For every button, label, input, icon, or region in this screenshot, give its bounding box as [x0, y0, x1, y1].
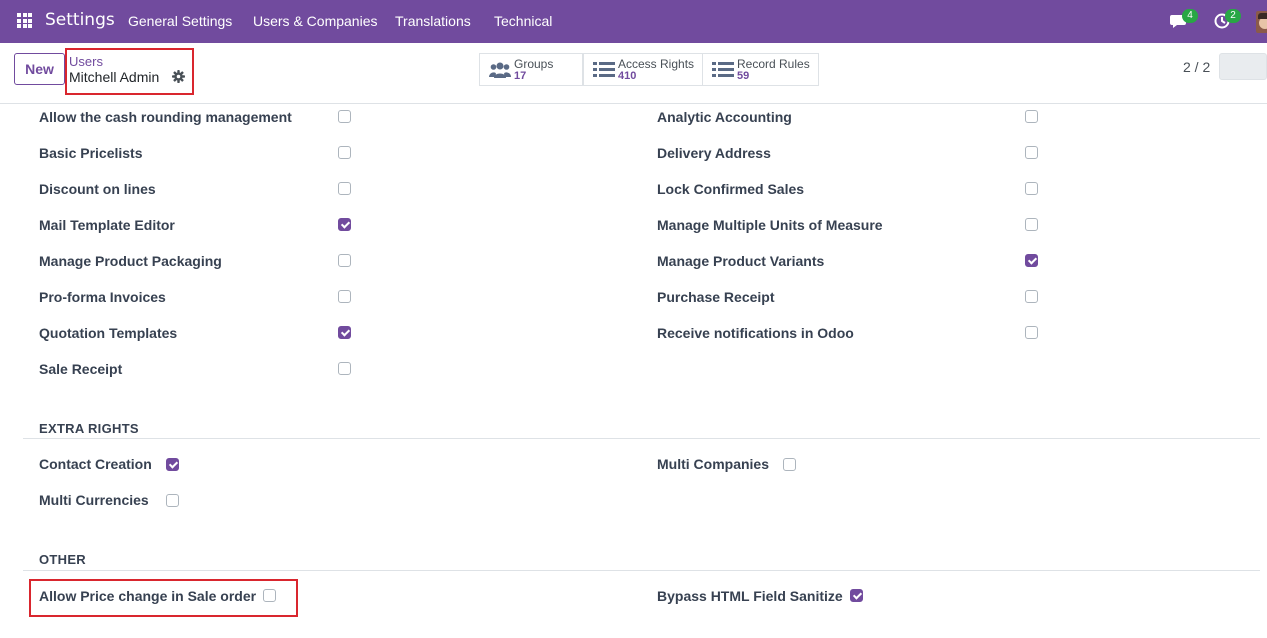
right-checkbox[interactable] — [166, 494, 179, 507]
right-label: Bypass HTML Field Sanitize — [657, 588, 843, 604]
users-icon — [489, 62, 511, 78]
right-checkbox[interactable] — [338, 326, 351, 339]
right-checkbox[interactable] — [338, 182, 351, 195]
menu-technical[interactable]: Technical — [494, 13, 552, 29]
right-checkbox[interactable] — [1025, 146, 1038, 159]
right-checkbox[interactable] — [1025, 218, 1038, 231]
gear-icon[interactable] — [172, 70, 185, 83]
right-label: Manage Multiple Units of Measure — [657, 217, 883, 233]
right-checkbox[interactable] — [1025, 182, 1038, 195]
right-label: Lock Confirmed Sales — [657, 181, 805, 197]
app-brand[interactable]: Settings — [45, 10, 115, 30]
right-checkbox[interactable] — [1025, 290, 1038, 303]
right-label: Manage Product Variants — [657, 253, 825, 269]
record-rules-smart-button[interactable]: Record Rules 59 — [702, 53, 819, 86]
right-label: Discount on lines — [39, 181, 156, 197]
right-checkbox[interactable] — [338, 218, 351, 231]
menu-users-companies[interactable]: Users & Companies — [253, 13, 378, 29]
right-label: Manage Product Packaging — [39, 253, 222, 269]
right-label: Allow the cash rounding management — [39, 109, 292, 125]
right-checkbox[interactable] — [338, 362, 351, 375]
right-label: Mail Template Editor — [39, 217, 175, 233]
breadcrumb-users-link[interactable]: Users — [69, 54, 103, 69]
new-button[interactable]: New — [14, 53, 65, 85]
right-label: Sale Receipt — [39, 361, 123, 377]
user-avatar[interactable] — [1256, 11, 1267, 33]
access-rights-smart-button[interactable]: Access Rights 410 — [583, 53, 703, 86]
pager-prev-next-buttons[interactable] — [1219, 53, 1267, 80]
section-title-other: OTHER — [39, 552, 86, 567]
right-checkbox[interactable] — [1025, 110, 1038, 123]
right-label: Contact Creation — [39, 456, 152, 472]
menu-translations[interactable]: Translations — [395, 13, 471, 29]
section-title-extra-rights: EXTRA RIGHTS — [39, 421, 139, 436]
right-label: Analytic Accounting — [657, 109, 792, 125]
groups-label: Groups — [514, 57, 554, 71]
record-rules-count: 59 — [737, 70, 750, 82]
pager-value[interactable]: 2 / 2 — [1183, 59, 1210, 75]
right-label: Receive notifications in Odoo — [657, 325, 854, 341]
right-checkbox[interactable] — [1025, 254, 1038, 267]
right-label: Delivery Address — [657, 145, 771, 161]
top-navbar: Settings General Settings Users & Compan… — [0, 0, 1267, 43]
right-label: Pro-forma Invoices — [39, 289, 166, 305]
right-label: Allow Price change in Sale order — [39, 588, 257, 604]
access-rights-label: Access Rights — [618, 57, 695, 71]
groups-smart-button[interactable]: Groups 17 — [479, 53, 583, 86]
messages-badge: 4 — [1182, 9, 1198, 23]
right-label: Multi Companies — [657, 456, 770, 472]
section-divider — [23, 570, 1260, 571]
list-icon — [593, 62, 615, 77]
right-checkbox[interactable] — [338, 290, 351, 303]
right-checkbox[interactable] — [338, 110, 351, 123]
right-label: Basic Pricelists — [39, 145, 143, 161]
right-checkbox[interactable] — [1025, 326, 1038, 339]
right-label: Purchase Receipt — [657, 289, 775, 305]
access-rights-count: 410 — [618, 70, 637, 82]
record-rules-label: Record Rules — [737, 57, 810, 71]
right-checkbox[interactable] — [338, 146, 351, 159]
section-divider — [23, 438, 1260, 439]
right-checkbox[interactable] — [850, 589, 863, 602]
groups-count: 17 — [514, 70, 527, 82]
right-checkbox[interactable] — [338, 254, 351, 267]
right-label: Multi Currencies — [39, 492, 149, 508]
list-icon — [712, 62, 734, 77]
right-checkbox[interactable] — [166, 458, 179, 471]
right-checkbox[interactable] — [783, 458, 796, 471]
menu-general-settings[interactable]: General Settings — [128, 13, 232, 29]
activities-badge: 2 — [1225, 9, 1241, 23]
right-label: Quotation Templates — [39, 325, 178, 341]
right-checkbox[interactable] — [263, 589, 276, 602]
breadcrumb-current: Mitchell Admin — [69, 69, 160, 85]
apps-menu-icon[interactable] — [17, 13, 32, 28]
